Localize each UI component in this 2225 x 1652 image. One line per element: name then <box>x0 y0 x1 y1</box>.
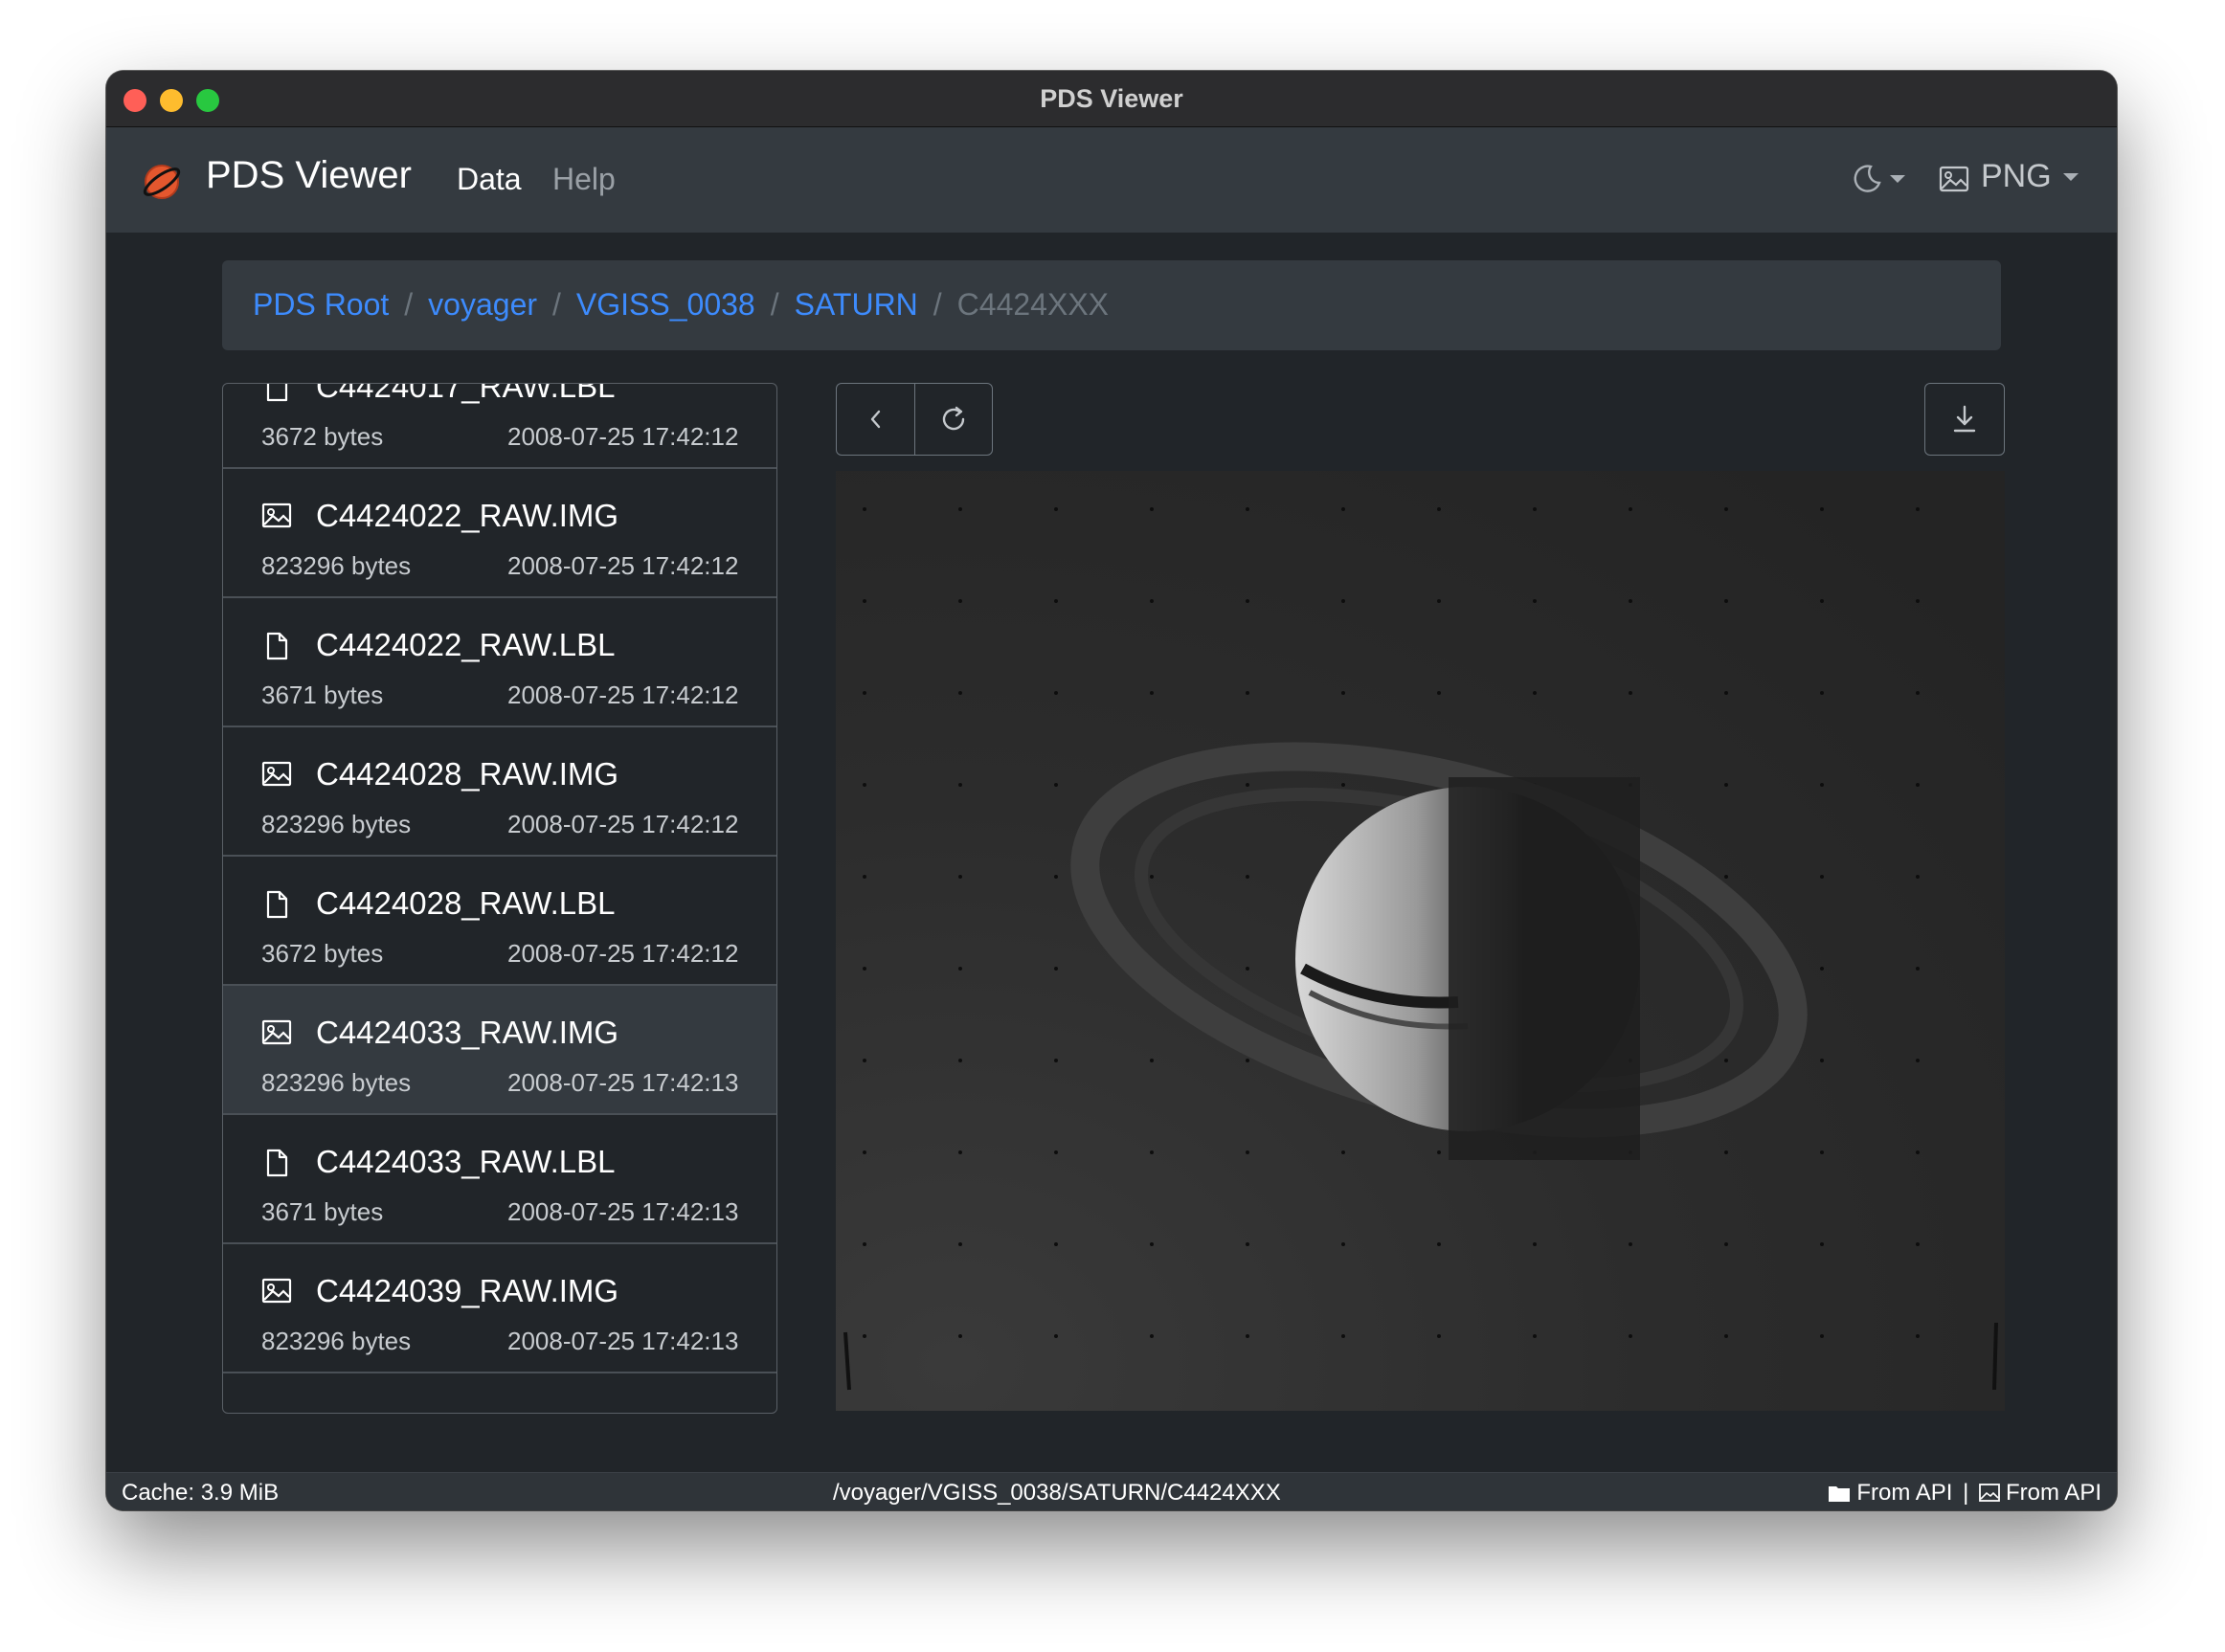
chevron-left-icon <box>870 410 880 429</box>
breadcrumb-current: C4424XXX <box>956 287 1109 322</box>
file-list-item[interactable]: C4424028_RAW.IMG 823296 bytes 2008-07-25 1… <box>223 727 776 857</box>
image-icon <box>1979 1484 2000 1502</box>
file-name: C4424028_RAW.LBL <box>316 885 616 921</box>
chevron-down-icon <box>1890 175 1905 183</box>
refresh-icon <box>942 406 965 431</box>
file-icon <box>261 384 292 403</box>
status-separator: | <box>1963 1480 1969 1506</box>
download-button[interactable] <box>1924 383 2005 456</box>
file-name: C4424022_RAW.IMG <box>316 498 619 533</box>
file-size: 823296 bytes <box>261 810 412 838</box>
format-label: PNG <box>1981 158 2052 194</box>
breadcrumb-item-vgiss-0038[interactable]: VGISS_0038 <box>576 287 755 322</box>
brand-title[interactable]: PDS Viewer <box>206 154 412 197</box>
navbar: PDS Viewer Data Help PNG <box>106 127 2117 233</box>
current-path: /voyager/VGISS_0038/SATURN/C4424XXX <box>833 1480 1281 1506</box>
image-icon <box>1939 166 1969 192</box>
planet-logo-icon <box>143 165 181 199</box>
file-size: 823296 bytes <box>261 1327 412 1355</box>
refresh-button[interactable] <box>914 383 993 456</box>
directory-source: From API <box>1856 1480 1953 1506</box>
saturn-image <box>836 471 2005 1411</box>
file-name: C4424033_RAW.LBL <box>316 1144 616 1179</box>
file-size: 3672 bytes <box>261 939 384 968</box>
file-list-item[interactable]: C4424022_RAW.IMG 823296 bytes 2008-07-25 1… <box>223 469 776 598</box>
file-name: C4424039_RAW.IMG <box>316 1273 619 1308</box>
title-bar: PDS Viewer <box>106 71 2117 127</box>
file-list-item[interactable]: C4424022_RAW.LBL 3671 bytes 2008-07-25 17:… <box>223 598 776 727</box>
image-icon <box>261 1277 292 1307</box>
image-icon <box>261 760 292 791</box>
file-icon <box>261 889 292 920</box>
nav-data-link[interactable]: Data <box>457 162 522 197</box>
file-list-item[interactable]: C4424039_RAW.IMG 823296 bytes 2008-07-25 1… <box>223 1244 776 1373</box>
file-date: 2008-07-25 17:42:12 <box>507 422 739 451</box>
breadcrumb-separator: / <box>933 287 942 322</box>
file-icon <box>261 1148 292 1178</box>
breadcrumb-separator: / <box>552 287 561 322</box>
file-name: C4424033_RAW.IMG <box>316 1015 619 1050</box>
image-icon <box>261 1018 292 1049</box>
download-icon <box>1953 405 1976 433</box>
back-button[interactable] <box>836 383 915 456</box>
file-list-item[interactable]: C4424033_RAW.LBL 3671 bytes 2008-07-25 17:… <box>223 1115 776 1244</box>
chevron-down-icon <box>2063 173 2079 181</box>
image-viewer[interactable] <box>836 471 2005 1411</box>
file-list-item[interactable]: C4424028_RAW.LBL 3672 bytes 2008-07-25 17:… <box>223 857 776 986</box>
viewer-nav-buttons <box>836 383 993 456</box>
file-size: 3672 bytes <box>261 422 384 451</box>
file-date: 2008-07-25 17:42:12 <box>507 939 739 968</box>
nav-help-link[interactable]: Help <box>552 162 616 197</box>
breadcrumb: PDS Root / voyager / VGISS_0038 / SATURN / C4424… <box>222 260 2001 350</box>
file-name: C4424022_RAW.LBL <box>316 627 616 662</box>
file-list[interactable]: C4424017_RAW.LBL 3672 bytes 2008-07-25 17:… <box>222 383 777 1414</box>
file-date: 2008-07-25 17:42:12 <box>507 551 739 580</box>
source-info: From API | From API <box>1828 1480 2101 1507</box>
file-name: C4424028_RAW.IMG <box>316 756 619 792</box>
file-date: 2008-07-25 17:42:13 <box>507 1068 739 1097</box>
file-list-item[interactable]: C4424033_RAW.IMG 823296 bytes 2008-07-25 1… <box>223 986 776 1115</box>
status-bar: Cache: 3.9 MiB /voyager/VGISS_0038/SATUR… <box>106 1472 2117 1510</box>
file-date: 2008-07-25 17:42:12 <box>507 681 739 709</box>
moon-icon <box>1854 165 1881 192</box>
image-icon <box>261 502 292 532</box>
file-size: 823296 bytes <box>261 1068 412 1097</box>
file-size: 3671 bytes <box>261 1197 384 1226</box>
theme-toggle-dropdown[interactable] <box>1852 162 1909 200</box>
app-window: PDS Viewer PDS Viewer Data Help PNG PDS … <box>106 71 2117 1510</box>
breadcrumb-separator: / <box>770 287 779 322</box>
breadcrumb-item-voyager[interactable]: voyager <box>428 287 537 322</box>
breadcrumb-item-saturn[interactable]: SATURN <box>795 287 918 322</box>
file-size: 3671 bytes <box>261 681 384 709</box>
folder-icon <box>1829 1486 1851 1502</box>
file-date: 2008-07-25 17:42:13 <box>507 1197 739 1226</box>
file-name: C4424017_RAW.LBL <box>316 383 616 404</box>
window-title: PDS Viewer <box>1040 84 1183 113</box>
file-list-item[interactable]: C4424017_RAW.LBL 3672 bytes 2008-07-25 17:… <box>223 383 776 469</box>
file-date: 2008-07-25 17:42:13 <box>507 1327 739 1355</box>
file-icon <box>261 631 292 661</box>
cache-size: Cache: 3.9 MiB <box>122 1480 280 1506</box>
breadcrumb-separator: / <box>404 287 414 322</box>
image-source: From API <box>2005 1480 2101 1506</box>
file-date: 2008-07-25 17:42:12 <box>507 810 739 838</box>
breadcrumb-item-pds-root[interactable]: PDS Root <box>253 287 389 322</box>
file-size: 823296 bytes <box>261 551 412 580</box>
